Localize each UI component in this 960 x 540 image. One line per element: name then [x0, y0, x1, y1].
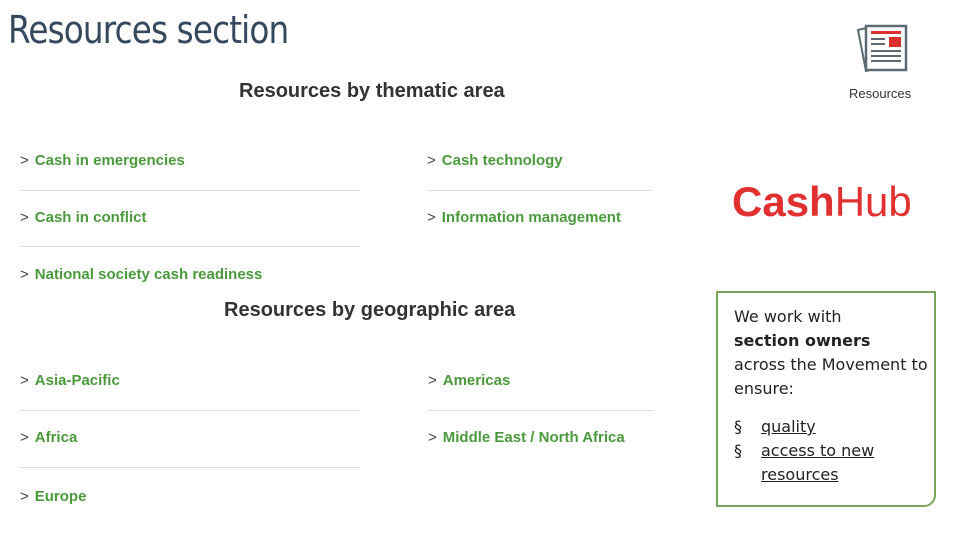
note-bold: section owners [734, 331, 871, 350]
link-cash-in-emergencies[interactable]: > Cash in emergencies [20, 152, 185, 169]
note-line2: across the Movement to ensure: [734, 355, 928, 398]
divider [427, 190, 652, 191]
info-box: We work with section owners across the M… [716, 291, 936, 507]
cashhub-logo: CashHub [732, 178, 912, 225]
link-middle-east-north-africa[interactable]: > Middle East / North Africa [428, 429, 625, 446]
note-line1: We work with [734, 307, 842, 326]
thematic-heading: Resources by thematic area [239, 80, 505, 102]
divider [20, 246, 360, 247]
divider [20, 467, 360, 468]
resources-icon-label: Resources [849, 86, 912, 101]
newspaper-icon [856, 24, 908, 74]
link-europe[interactable]: > Europe [20, 488, 86, 505]
bullet-item: quality [734, 415, 934, 439]
link-cash-in-conflict[interactable]: > Cash in conflict [20, 209, 146, 226]
divider [20, 410, 360, 411]
page-title: Resources section [8, 8, 289, 52]
link-americas[interactable]: > Americas [428, 372, 510, 389]
link-africa[interactable]: > Africa [20, 429, 77, 446]
note-bullets: quality access to new resources [734, 415, 934, 487]
link-cash-technology[interactable]: > Cash technology [427, 152, 563, 169]
bullet-item: access to new resources [734, 439, 934, 487]
link-information-management[interactable]: > Information management [427, 209, 621, 226]
link-asia-pacific[interactable]: > Asia-Pacific [20, 372, 120, 389]
geographic-heading: Resources by geographic area [224, 299, 516, 321]
divider [20, 190, 360, 191]
link-national-society-cash-readiness[interactable]: > National society cash readiness [20, 266, 262, 283]
divider [428, 410, 654, 411]
